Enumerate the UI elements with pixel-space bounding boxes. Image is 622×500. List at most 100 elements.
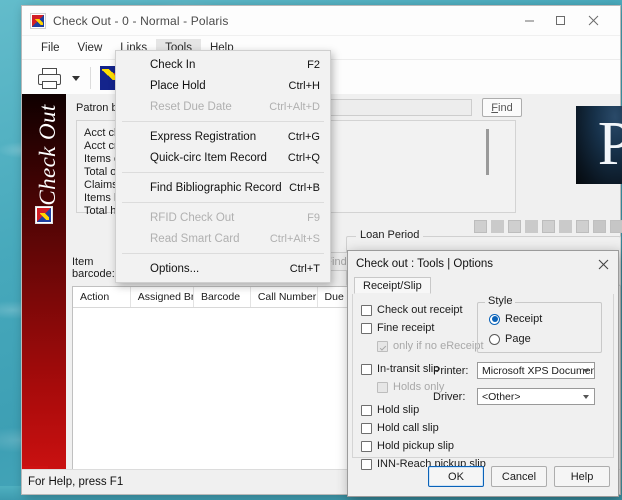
- grid-col-barcode[interactable]: Barcode: [194, 287, 251, 307]
- blank-icon[interactable]: [559, 220, 572, 233]
- patron-status-icon[interactable]: [474, 220, 487, 233]
- close-button[interactable]: [579, 6, 608, 35]
- menu-separator: [122, 172, 324, 173]
- title-bar: Check Out - 0 - Normal - Polaris: [22, 6, 620, 36]
- grid-col-assigned-br[interactable]: Assigned Br ...: [131, 287, 194, 307]
- grid-header-row: Action Assigned Br ... Barcode Call Numb…: [73, 287, 354, 308]
- checkbox-hold-call-slip[interactable]: Hold call slip: [361, 422, 439, 434]
- printer-icon: [36, 67, 62, 89]
- radio-label: Page: [505, 333, 531, 345]
- renew-icon[interactable]: [508, 220, 521, 233]
- printer-select[interactable]: Microsoft XPS Documen: [477, 362, 595, 379]
- toolbar-separator: [90, 67, 91, 89]
- checkbox-only-if-no-ereceipt: only if no eReceipt: [377, 340, 484, 352]
- menu-separator: [122, 253, 324, 254]
- checkbox-box: [361, 404, 372, 416]
- checkbox-box: [361, 363, 372, 375]
- checkbox-fine-receipt[interactable]: Fine receipt: [361, 322, 434, 334]
- polaris-app-icon: [30, 12, 46, 29]
- menu-item-label: Express Registration: [150, 130, 257, 143]
- polaris-logo: P: [576, 106, 622, 184]
- driver-select[interactable]: <Other>: [477, 388, 595, 405]
- checkbox-box: [361, 322, 372, 334]
- tools-dropdown-menu: Check In F2 Place Hold Ctrl+H Reset Due Da…: [115, 50, 331, 283]
- patron-summary-scrollbar[interactable]: [486, 129, 489, 175]
- patron-find-label: ind: [498, 101, 513, 114]
- grid-col-action[interactable]: Action: [73, 287, 131, 307]
- dialog-title-bar: Check out : Tools | Options: [348, 251, 618, 277]
- menu-item-label: Find Bibliographic Record: [150, 181, 282, 194]
- checkbox-box: [361, 440, 372, 452]
- checkbox-in-transit-slip[interactable]: In-transit slip: [361, 363, 439, 375]
- menu-file[interactable]: File: [32, 39, 69, 57]
- item-barcode-label: Item barcode:: [72, 256, 115, 280]
- menu-item-accel: Ctrl+G: [287, 130, 320, 143]
- checkbox-hold-pickup-slip[interactable]: Hold pickup slip: [361, 440, 454, 452]
- blank-icon[interactable]: [525, 220, 538, 233]
- printer-label: Printer:: [433, 364, 469, 377]
- menu-item-accel: Ctrl+T: [289, 262, 320, 275]
- menu-item-quick-circ-item-record[interactable]: Quick-circ Item Record Ctrl+Q: [116, 147, 330, 168]
- menu-item-place-hold[interactable]: Place Hold Ctrl+H: [116, 75, 330, 96]
- checkbox-label: Hold call slip: [377, 422, 439, 434]
- blank-icon[interactable]: [491, 220, 504, 233]
- dialog-body: Check out receipt Fine receipt only if n…: [352, 294, 614, 470]
- cancel-button[interactable]: Cancel: [491, 466, 547, 487]
- radio-button: [489, 313, 500, 325]
- menu-item-rfid-check-out: RFID Check Out F9: [116, 207, 330, 228]
- menu-item-check-in[interactable]: Check In F2: [116, 54, 330, 75]
- minimize-button[interactable]: [515, 6, 544, 35]
- main-window: Check Out - 0 - Normal - Polaris File Vi…: [22, 6, 622, 497]
- driver-value: <Other>: [482, 390, 521, 403]
- maximize-button[interactable]: [546, 6, 575, 35]
- menu-separator: [122, 202, 324, 203]
- status-text: For Help, press F1: [28, 476, 124, 488]
- checkbox-box: [377, 340, 388, 352]
- chevron-down-icon: [583, 395, 589, 399]
- menu-item-accel: F2: [307, 58, 320, 71]
- checkbox-hold-slip[interactable]: Hold slip: [361, 404, 419, 416]
- menu-view[interactable]: View: [69, 39, 112, 57]
- driver-row: Driver: <Other>: [433, 388, 595, 405]
- checkbox-box: [361, 304, 372, 316]
- radio-button: [489, 333, 500, 345]
- chevron-down-icon[interactable]: [72, 75, 80, 81]
- menu-item-label: Quick-circ Item Record: [150, 151, 267, 164]
- checkbox-label: Hold slip: [377, 404, 420, 416]
- reading-history-icon[interactable]: [542, 220, 555, 233]
- driver-label: Driver:: [433, 390, 466, 403]
- checkbox-label: only if no eReceipt: [393, 340, 484, 352]
- checkbox-check-out-receipt[interactable]: Check out receipt: [361, 304, 463, 316]
- radio-page[interactable]: Page: [489, 333, 531, 345]
- grid-col-call-number[interactable]: Call Number: [251, 287, 318, 307]
- menu-item-express-registration[interactable]: Express Registration Ctrl+G: [116, 126, 330, 147]
- tab-receipt-slip[interactable]: Receipt/Slip: [354, 277, 431, 294]
- checkbox-label: Fine receipt: [377, 322, 435, 334]
- menu-item-accel: Ctrl+B: [289, 181, 320, 194]
- workform-sidebar: Check Out: [22, 94, 66, 482]
- dialog-close-button[interactable]: [592, 254, 614, 274]
- bookmark-icon[interactable]: [593, 220, 606, 233]
- menu-item-label: RFID Check Out: [150, 211, 235, 224]
- print-button[interactable]: [34, 64, 64, 92]
- help-button[interactable]: Help: [554, 466, 610, 487]
- checkbox-label: Check out receipt: [377, 304, 463, 316]
- menu-item-label: Options...: [150, 262, 200, 275]
- menu-item-find-bibliographic-record[interactable]: Find Bibliographic Record Ctrl+B: [116, 177, 330, 198]
- loan-period-label: Loan Period: [356, 229, 424, 241]
- window-title: Check Out - 0 - Normal - Polaris: [53, 13, 229, 28]
- menu-item-accel: Ctrl+Q: [287, 151, 320, 164]
- item-record-icon[interactable]: [576, 220, 589, 233]
- dialog-title: Check out : Tools | Options: [356, 258, 494, 270]
- checkbox-label: Hold pickup slip: [377, 440, 455, 452]
- check-out-workform-icon[interactable]: [35, 206, 53, 224]
- radio-receipt[interactable]: Receipt: [489, 313, 542, 325]
- menu-item-options[interactable]: Options... Ctrl+T: [116, 258, 330, 279]
- edit-icon[interactable]: [610, 220, 622, 233]
- patron-find-button[interactable]: Find: [482, 98, 522, 117]
- ok-button[interactable]: OK: [428, 466, 484, 487]
- menu-item-accel: Ctrl+Alt+D: [269, 100, 320, 113]
- checkbox-box: [361, 422, 372, 434]
- menu-item-accel: F9: [307, 211, 320, 224]
- checkout-grid[interactable]: Action Assigned Br ... Barcode Call Numb…: [72, 286, 355, 474]
